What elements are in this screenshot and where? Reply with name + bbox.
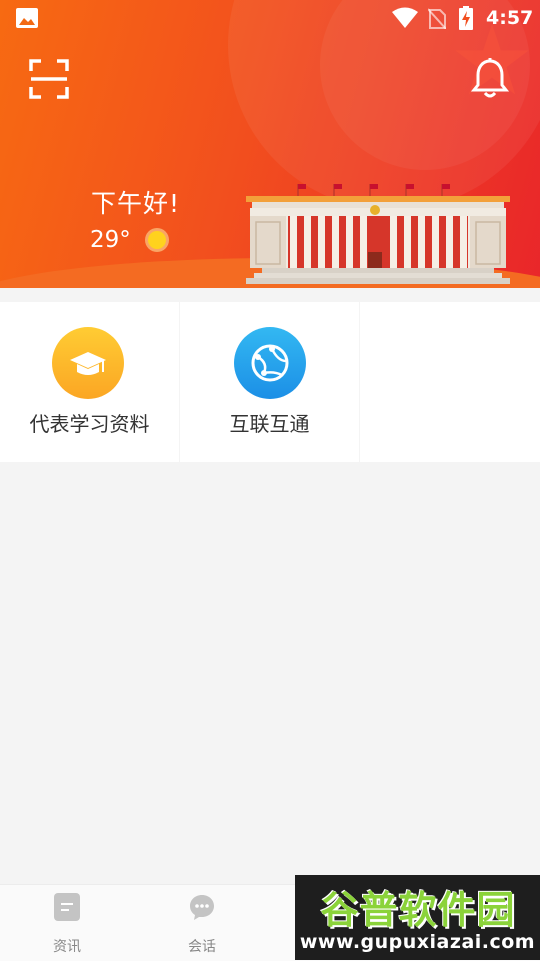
bell-icon[interactable] bbox=[470, 58, 510, 100]
status-time: 4:57 bbox=[486, 7, 534, 29]
chat-bubble-icon bbox=[190, 895, 214, 920]
header-banner: 4:57 下午好! 29° bbox=[0, 0, 540, 288]
greeting-text: 下午好! bbox=[91, 189, 181, 218]
watermark-badge: 谷普软件园 www.gupuxiazai.com bbox=[295, 875, 540, 960]
nav-item-news[interactable]: 资讯 bbox=[22, 885, 112, 961]
gallery-icon bbox=[16, 8, 38, 28]
battery-charging-icon bbox=[459, 6, 473, 30]
watermark-url: www.gupuxiazai.com bbox=[299, 931, 536, 953]
grid-item-label: 互联互通 bbox=[229, 412, 310, 436]
no-sim-icon bbox=[428, 8, 446, 29]
grid-item-empty bbox=[360, 302, 540, 462]
sun-icon bbox=[145, 227, 170, 252]
nav-item-chat[interactable]: 会话 bbox=[157, 885, 247, 961]
interconnect-icon-circle bbox=[234, 327, 306, 399]
graduation-cap-icon bbox=[70, 352, 106, 375]
nav-label: 资讯 bbox=[53, 939, 81, 955]
scan-icon[interactable] bbox=[29, 59, 69, 99]
great-hall-illustration bbox=[246, 184, 510, 284]
grid-item-label: 代表学习资料 bbox=[29, 412, 150, 436]
grid-item-interconnect[interactable]: 互联互通 bbox=[180, 302, 359, 462]
nav-label: 会话 bbox=[188, 939, 216, 955]
weather-widget: 29° bbox=[90, 226, 170, 253]
study-icon-circle bbox=[52, 327, 124, 399]
watermark-title: 谷普软件园 bbox=[320, 888, 516, 932]
status-bar: 4:57 bbox=[0, 0, 540, 36]
globe-network-icon bbox=[251, 344, 289, 382]
grid-item-study-materials[interactable]: 代表学习资料 bbox=[0, 302, 179, 462]
temperature-text: 29° bbox=[90, 226, 131, 253]
wifi-icon bbox=[392, 7, 418, 28]
feature-grid: 代表学习资料 互联互通 bbox=[0, 302, 540, 464]
news-doc-icon bbox=[54, 893, 80, 921]
